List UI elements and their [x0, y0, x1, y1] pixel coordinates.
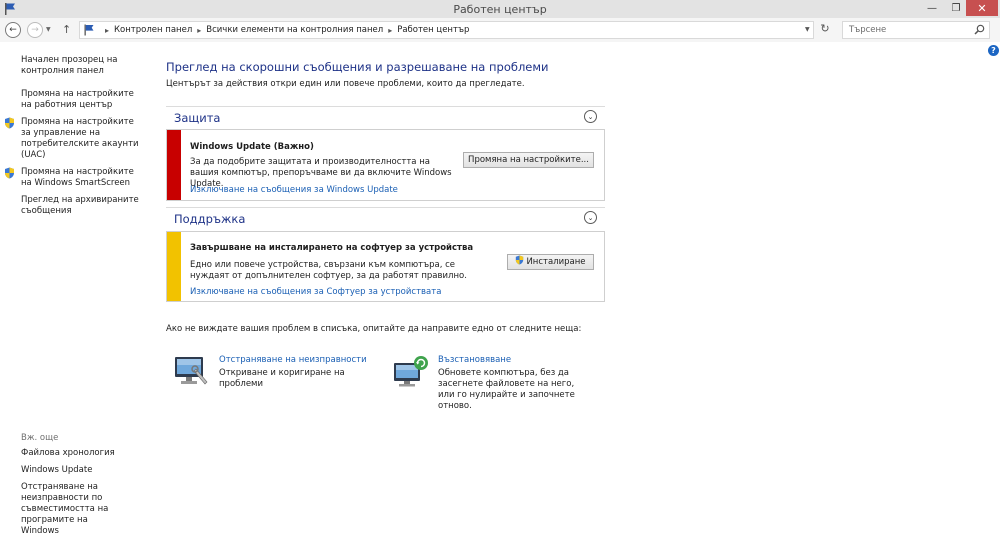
chevron-down-icon[interactable]: ⌄	[584, 110, 597, 123]
sidebar-item-control-panel-home[interactable]: Начален прозорец на контролния панел	[21, 55, 146, 77]
address-dropdown-icon[interactable]: ▼	[805, 26, 810, 33]
device-software-message: Завършване на инсталирането на софтуер з…	[166, 231, 605, 302]
install-button-label: Инсталиране	[526, 257, 586, 267]
minimize-button[interactable]: —	[920, 0, 944, 16]
uac-shield-icon	[516, 255, 524, 265]
security-section-label: Защита	[174, 111, 221, 125]
maintenance-section-header[interactable]: Поддръжка ⌄	[166, 207, 605, 227]
troubleshooting-link[interactable]: Отстраняване на неизправности	[219, 355, 367, 365]
recovery-description: Обновете компютъра, без да засегнете фай…	[438, 368, 575, 411]
sidebar-item-label: Промяна на настройките за управление на …	[21, 117, 139, 160]
window-title: Работен център	[453, 3, 547, 16]
sidebar-item-smartscreen-settings[interactable]: Промяна на настройките на Windows SmartS…	[5, 167, 146, 189]
search-icon[interactable]	[974, 24, 985, 35]
help-icon[interactable]: ?	[988, 45, 999, 56]
message-text: Едно или повече устройства, свързани към…	[190, 260, 467, 281]
recovery-icon	[394, 356, 428, 387]
security-section-header[interactable]: Защита ⌄	[166, 106, 605, 126]
maintenance-severity-stripe	[167, 232, 181, 301]
message-title: Windows Update (Важно)	[190, 142, 314, 152]
navigation-bar: ← → ▼ ↑ ▸ Контролен панел ▸ Всички елеме…	[0, 18, 1000, 42]
flag-icon	[84, 24, 94, 36]
address-bar[interactable]: ▸ Контролен панел ▸ Всички елементи на к…	[79, 21, 814, 39]
forward-button[interactable]: →	[27, 22, 43, 38]
see-also-panel: Вж. още Файлова хронология Windows Updat…	[21, 433, 146, 536]
troubleshooting-tool[interactable]: Отстраняване на неизправности Откриване …	[174, 355, 384, 395]
see-also-header: Вж. още	[21, 433, 59, 443]
breadcrumb-action-center[interactable]: Работен център	[397, 25, 469, 35]
troubleshooting-description: Откриване и коригиране на проблеми	[219, 368, 345, 389]
chevron-right-icon[interactable]: ▸	[388, 26, 392, 35]
search-input[interactable]: Търсене	[849, 25, 886, 35]
recovery-link[interactable]: Възстановяване	[438, 355, 511, 365]
page-title: Преглед на скорошни съобщения и разрешав…	[166, 60, 549, 74]
refresh-icon[interactable]: ↻	[817, 22, 833, 38]
chevron-down-icon[interactable]: ⌄	[584, 211, 597, 224]
sidebar-item-uac-settings[interactable]: Промяна на настройките за управление на …	[5, 117, 146, 161]
breadcrumb-all-items[interactable]: Всички елементи на контролния панел	[206, 25, 383, 35]
uac-shield-icon	[5, 167, 14, 179]
troubleshooting-icon	[175, 357, 208, 385]
disable-device-software-messages-link[interactable]: Изключване на съобщения за Софтуер за ус…	[190, 287, 441, 297]
maximize-button[interactable]: ❐	[944, 0, 968, 16]
see-also-windows-update[interactable]: Windows Update	[21, 465, 146, 476]
close-button[interactable]: ✕	[966, 0, 998, 16]
message-title: Завършване на инсталирането на софтуер з…	[190, 243, 474, 253]
recent-locations-icon[interactable]: ▼	[46, 26, 51, 33]
sidebar-item-archived-messages[interactable]: Преглед на архивираните съобщения	[21, 195, 146, 217]
install-button[interactable]: Инсталиране	[507, 254, 594, 270]
page-description: Центърът за действия откри един или пове…	[166, 79, 525, 89]
windows-update-message: Windows Update (Важно) За да подобрите з…	[166, 129, 605, 201]
chevron-right-icon: ▸	[105, 25, 110, 35]
see-also-compatibility-troubleshooter[interactable]: Отстраняване на неизправности по съвмест…	[21, 482, 126, 537]
maintenance-section-label: Поддръжка	[174, 212, 246, 226]
back-button[interactable]: ←	[5, 22, 21, 38]
up-arrow-icon[interactable]: ↑	[62, 23, 71, 36]
change-settings-button[interactable]: Промяна на настройките...	[463, 152, 594, 168]
uac-shield-icon	[5, 117, 14, 129]
sidebar-item-label: Промяна на настройките на Windows SmartS…	[21, 167, 134, 188]
recovery-tool[interactable]: Възстановяване Обновете компютъра, без д…	[393, 355, 603, 411]
title-bar: Работен център — ❐ ✕	[0, 0, 1000, 18]
chevron-right-icon[interactable]: ▸	[197, 26, 201, 35]
search-box[interactable]: Търсене	[842, 21, 990, 39]
sidebar-item-change-action-center-settings[interactable]: Промяна на настройките на работния центъ…	[21, 89, 146, 111]
see-also-file-history[interactable]: Файлова хронология	[21, 448, 146, 459]
breadcrumb-control-panel[interactable]: Контролен панел	[114, 25, 192, 35]
hint-text: Ако не виждате вашия проблем в списъка, …	[166, 324, 582, 334]
breadcrumb: ▸ Контролен панел ▸ Всички елементи на к…	[100, 25, 469, 35]
disable-windows-update-messages-link[interactable]: Изключване на съобщения за Windows Updat…	[190, 185, 398, 195]
security-severity-stripe	[167, 130, 181, 200]
